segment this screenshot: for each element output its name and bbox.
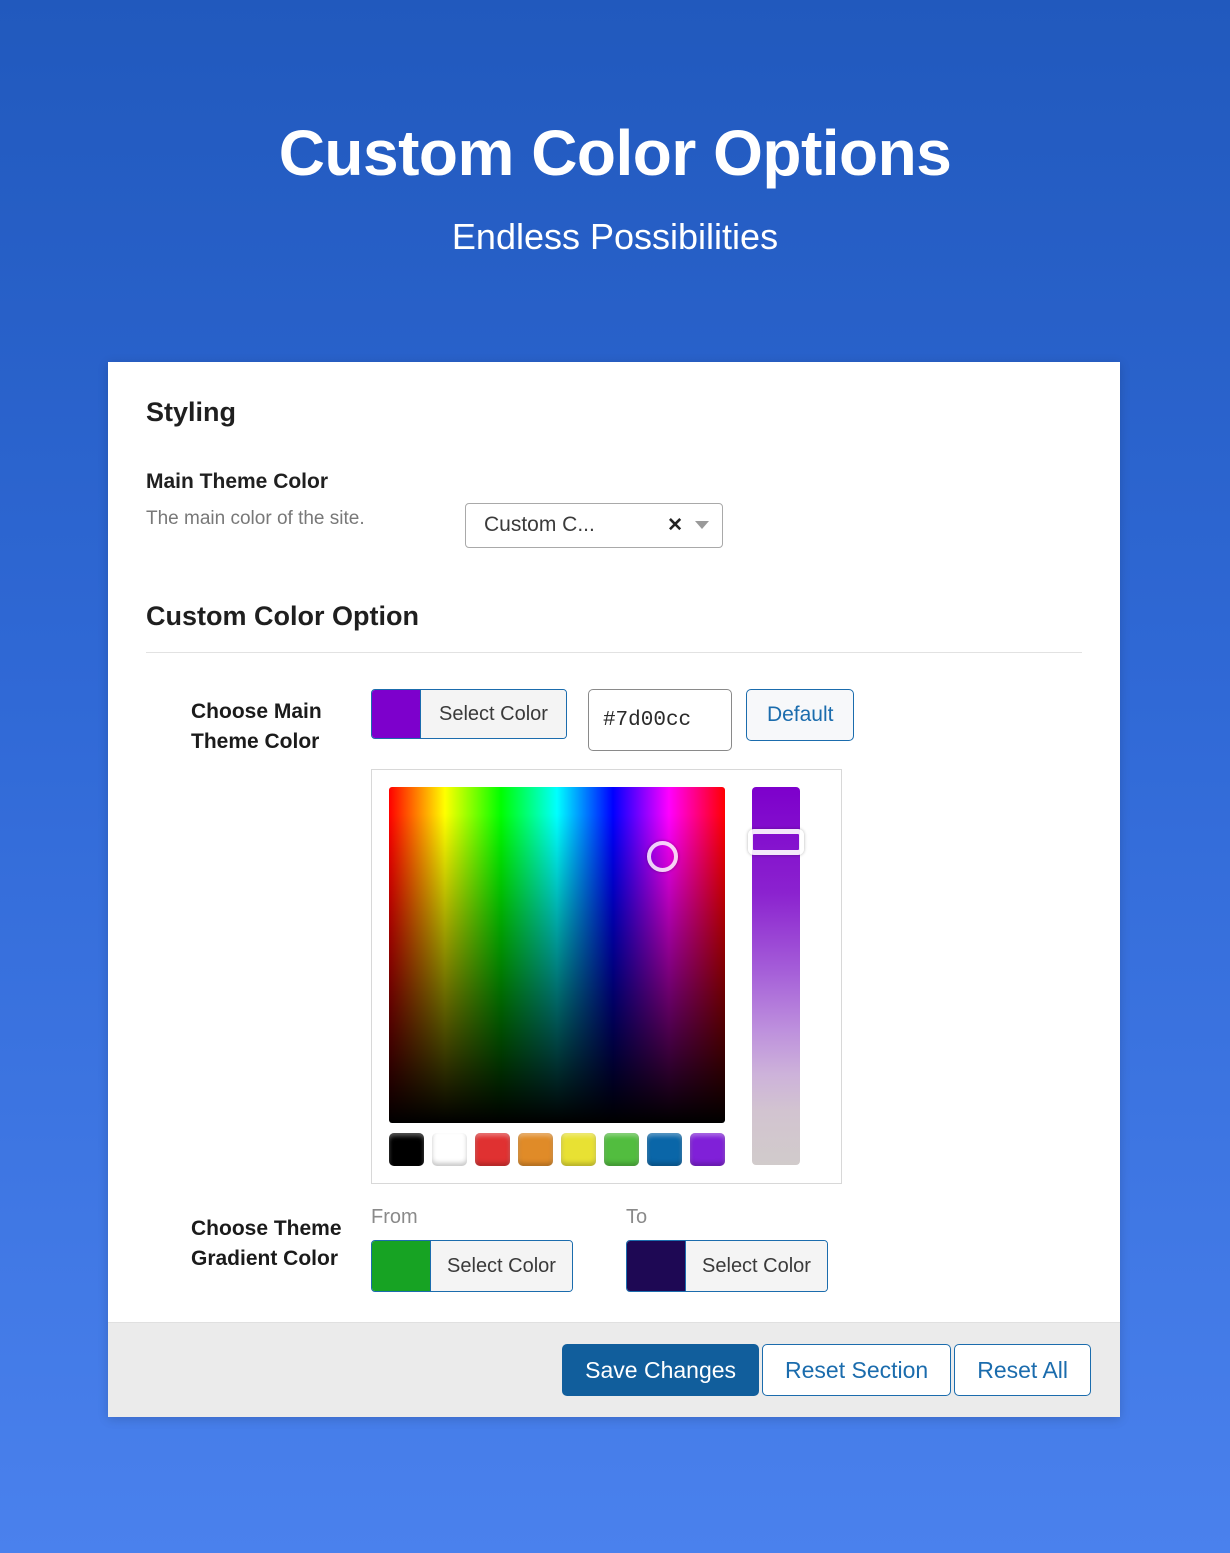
main-theme-color-description: The main color of the site. <box>146 507 365 529</box>
choose-main-theme-color-row: Choose Main Theme Color Select Color #7d… <box>146 653 1082 1185</box>
gradient-to-select-color-label: Select Color <box>685 1241 827 1292</box>
gradient-from-color-chip <box>372 1241 430 1292</box>
main-theme-color-row: Main Theme Color The main color of the s… <box>146 470 1082 548</box>
choose-theme-gradient-color-label: Choose Theme Gradient Color <box>191 1217 342 1270</box>
choose-main-theme-color-label: Choose Main Theme Color <box>191 700 322 753</box>
palette-swatch-strip <box>389 1133 725 1167</box>
choose-theme-gradient-color-row: Choose Theme Gradient Color From Select … <box>146 1184 1082 1293</box>
color-picker-left-column <box>389 787 725 1167</box>
chevron-down-icon[interactable] <box>695 521 709 530</box>
main-theme-color-select-value: Custom C... <box>484 513 595 537</box>
main-theme-color-text-column: Main Theme Color The main color of the s… <box>146 470 426 532</box>
gradient-fields: From Select Color To Select Color <box>371 1206 1082 1293</box>
page-title: Custom Color Options <box>278 117 952 189</box>
choose-theme-gradient-color-content: From Select Color To Select Color <box>371 1206 1082 1293</box>
main-theme-select-color-button[interactable]: Select Color <box>371 689 567 740</box>
reset-all-button[interactable]: Reset All <box>954 1344 1091 1397</box>
settings-card-body: Styling Main Theme Color The main color … <box>108 362 1120 1323</box>
gradient-to-field: To Select Color <box>626 1206 881 1293</box>
palette-swatch-white[interactable] <box>432 1133 467 1167</box>
lightness-slider[interactable] <box>748 787 804 1166</box>
palette-swatch-black[interactable] <box>389 1133 424 1167</box>
gradient-from-field: From Select Color <box>371 1206 626 1293</box>
gradient-to-color-chip <box>627 1241 685 1292</box>
palette-swatch-orange[interactable] <box>518 1133 553 1167</box>
card-footer: Save Changes Reset Section Reset All <box>108 1322 1120 1418</box>
palette-swatch-blue[interactable] <box>647 1133 682 1167</box>
custom-color-option-title: Custom Color Option <box>146 600 419 631</box>
gradient-from-caption: From <box>371 1206 418 1229</box>
settings-card: Styling Main Theme Color The main color … <box>108 362 1120 1418</box>
hero-header: Custom Color Options Endless Possibiliti… <box>0 0 1230 257</box>
lightness-slider-thumb[interactable] <box>748 829 804 856</box>
main-theme-color-label: Main Theme Color <box>146 469 329 493</box>
gradient-to-caption: To <box>626 1206 648 1229</box>
palette-swatch-red[interactable] <box>475 1133 510 1167</box>
color-picker-cursor[interactable] <box>647 841 678 873</box>
gradient-to-select-color-button[interactable]: Select Color <box>626 1240 828 1293</box>
main-theme-color-select[interactable]: Custom C... ✕ <box>465 502 723 548</box>
choose-main-theme-color-content: Select Color #7d00cc Default <box>371 689 1082 1185</box>
clear-icon[interactable]: ✕ <box>667 514 683 537</box>
palette-swatch-green[interactable] <box>604 1133 639 1167</box>
page-subtitle: Endless Possibilities <box>451 216 779 258</box>
saturation-value-square[interactable] <box>389 787 725 1124</box>
main-theme-hex-input[interactable]: #7d00cc <box>587 689 732 752</box>
palette-swatch-yellow[interactable] <box>561 1133 596 1167</box>
color-picker-right-column <box>748 787 804 1166</box>
color-picker-panel <box>371 769 842 1185</box>
main-theme-color-chip <box>372 690 420 739</box>
styling-section-title: Styling <box>146 397 237 427</box>
gradient-from-select-color-button[interactable]: Select Color <box>371 1240 573 1293</box>
save-changes-button[interactable]: Save Changes <box>562 1344 760 1397</box>
main-theme-default-button[interactable]: Default <box>745 689 855 742</box>
gradient-from-select-color-label: Select Color <box>430 1241 572 1292</box>
main-color-controls: Select Color #7d00cc Default <box>371 689 1082 752</box>
palette-swatch-purple[interactable] <box>690 1133 725 1167</box>
reset-section-button[interactable]: Reset Section <box>762 1344 952 1397</box>
main-theme-select-color-label: Select Color <box>420 690 566 739</box>
